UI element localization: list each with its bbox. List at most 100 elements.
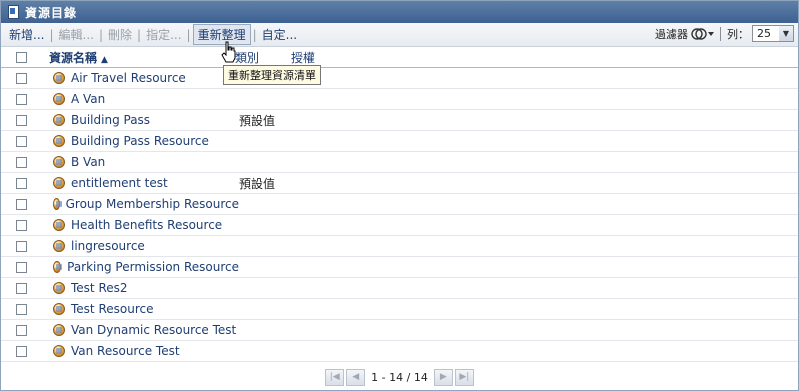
row-checkbox[interactable]: [16, 282, 27, 294]
resource-name-link[interactable]: Health Benefits Resource: [71, 218, 222, 232]
row-checkbox[interactable]: [16, 93, 27, 105]
rows-per-page-select[interactable]: 25 ▼: [752, 25, 794, 42]
table-row[interactable]: Van Resource Test: [1, 341, 798, 362]
resource-icon: [53, 93, 65, 105]
rows-per-page-value: 25: [757, 27, 771, 40]
table-row[interactable]: A Van: [1, 89, 798, 110]
delete-button[interactable]: 刪除: [105, 26, 135, 43]
resource-name-link[interactable]: Test Res2: [71, 281, 128, 295]
resource-name-link[interactable]: Van Dynamic Resource Test: [71, 323, 236, 337]
column-authorization-header[interactable]: 授權: [291, 49, 315, 66]
resource-name-link[interactable]: Van Resource Test: [71, 344, 180, 358]
title-bar: 資源目錄: [1, 1, 798, 23]
resource-name-link[interactable]: lingresource: [71, 239, 145, 253]
first-page-button[interactable]: |◀: [325, 368, 345, 386]
resource-name-cell[interactable]: Building Pass: [53, 113, 239, 127]
filter-label: 過濾器: [655, 27, 688, 41]
resource-name-cell[interactable]: A Van: [53, 92, 239, 106]
row-checkbox[interactable]: [16, 177, 27, 189]
resource-name-link[interactable]: Air Travel Resource: [71, 71, 186, 85]
resource-name-cell[interactable]: Test Res2: [53, 281, 239, 295]
table-header: 資源名稱 ▲ 類別 授權: [1, 47, 798, 68]
row-checkbox[interactable]: [16, 261, 27, 273]
resource-catalog-panel: 資源目錄 新增... | 編輯... | 刪除 | 指定... | 重新整理 |…: [0, 0, 799, 391]
page-info: 1 - 14 / 14: [371, 370, 428, 384]
resource-name-link[interactable]: Building Pass: [71, 113, 150, 127]
resource-icon: [53, 135, 65, 147]
resource-icon: [53, 240, 65, 252]
table-row[interactable]: Parking Permission Resource: [1, 257, 798, 278]
resource-name-link[interactable]: A Van: [71, 92, 105, 106]
resource-name-link[interactable]: entitlement test: [71, 176, 168, 190]
table-row[interactable]: Van Dynamic Resource Test: [1, 320, 798, 341]
resource-name-link[interactable]: Group Membership Resource: [66, 197, 239, 211]
table-row[interactable]: Building Pass Resource: [1, 131, 798, 152]
resource-name-cell[interactable]: Health Benefits Resource: [53, 218, 239, 232]
row-checkbox[interactable]: [16, 135, 27, 147]
category-cell: 預設值: [239, 176, 276, 191]
hand-cursor-icon: [221, 41, 236, 63]
table-row[interactable]: entitlement test 預設值: [1, 173, 798, 194]
row-checkbox[interactable]: [16, 219, 27, 231]
assign-button[interactable]: 指定...: [143, 26, 184, 43]
row-checkbox[interactable]: [16, 114, 27, 126]
resource-icon: [53, 303, 65, 315]
resource-name-cell[interactable]: B Van: [53, 155, 239, 169]
table-row[interactable]: Health Benefits Resource: [1, 215, 798, 236]
row-checkbox[interactable]: [16, 156, 27, 168]
table-body: Air Travel Resource A Van Building Pass 預設值…: [1, 68, 798, 362]
window-title: 資源目錄: [25, 5, 78, 20]
resource-name-cell[interactable]: entitlement test: [53, 176, 239, 190]
resource-name-link[interactable]: Building Pass Resource: [71, 134, 209, 148]
resource-icon: [53, 282, 65, 294]
resource-icon: [53, 324, 65, 336]
resource-icon: [53, 261, 63, 273]
row-checkbox[interactable]: [16, 240, 27, 252]
sort-ascending-icon: ▲: [101, 54, 108, 65]
column-category-header[interactable]: 類別: [235, 49, 291, 66]
last-page-button[interactable]: ▶|: [454, 368, 474, 386]
pagination: |◀ ◀ 1 - 14 / 14 ▶ ▶|: [1, 365, 798, 389]
resource-icon: [53, 345, 65, 357]
table-row[interactable]: Air Travel Resource: [1, 68, 798, 89]
resource-icon: [53, 219, 65, 231]
edit-button[interactable]: 編輯...: [56, 26, 97, 43]
resource-name-cell[interactable]: Air Travel Resource: [53, 71, 239, 85]
row-checkbox[interactable]: [16, 72, 27, 84]
resource-name-cell[interactable]: Test Resource: [53, 302, 239, 316]
resource-icon: [53, 156, 65, 168]
resource-name-link[interactable]: Parking Permission Resource: [67, 260, 239, 274]
resource-name-cell[interactable]: Parking Permission Resource: [53, 260, 239, 274]
toolbar: 新增... | 編輯... | 刪除 | 指定... | 重新整理 | 自定..…: [1, 23, 798, 47]
table-row[interactable]: Test Res2: [1, 278, 798, 299]
resource-name-cell[interactable]: Building Pass Resource: [53, 134, 239, 148]
resource-name-link[interactable]: B Van: [71, 155, 105, 169]
table-row[interactable]: Building Pass 預設值: [1, 110, 798, 131]
chevron-down-icon: ▼: [779, 26, 793, 41]
filter-icon[interactable]: [690, 26, 716, 42]
resource-icon: [53, 114, 65, 126]
column-name-header[interactable]: 資源名稱 ▲: [49, 49, 235, 66]
next-page-button[interactable]: ▶: [433, 368, 453, 386]
resource-name-cell[interactable]: Group Membership Resource: [53, 197, 239, 211]
select-all-checkbox[interactable]: [16, 51, 27, 63]
prev-page-button[interactable]: ◀: [346, 368, 366, 386]
table-row[interactable]: B Van: [1, 152, 798, 173]
resource-name-cell[interactable]: Van Dynamic Resource Test: [53, 323, 239, 337]
resource-name-link[interactable]: Test Resource: [71, 302, 153, 316]
resource-icon: [53, 198, 62, 210]
new-button[interactable]: 新增...: [6, 26, 47, 43]
row-checkbox[interactable]: [16, 198, 27, 210]
catalog-icon: [7, 5, 19, 19]
table-row[interactable]: lingresource: [1, 236, 798, 257]
row-checkbox[interactable]: [16, 303, 27, 315]
resource-name-cell[interactable]: Van Resource Test: [53, 344, 239, 358]
category-cell: 預設值: [239, 113, 276, 128]
refresh-tooltip: 重新整理資源清單: [223, 65, 321, 85]
row-checkbox[interactable]: [16, 324, 27, 336]
resource-name-cell[interactable]: lingresource: [53, 239, 239, 253]
customize-button[interactable]: 自定...: [259, 26, 300, 43]
table-row[interactable]: Group Membership Resource: [1, 194, 798, 215]
row-checkbox[interactable]: [16, 345, 27, 357]
table-row[interactable]: Test Resource: [1, 299, 798, 320]
